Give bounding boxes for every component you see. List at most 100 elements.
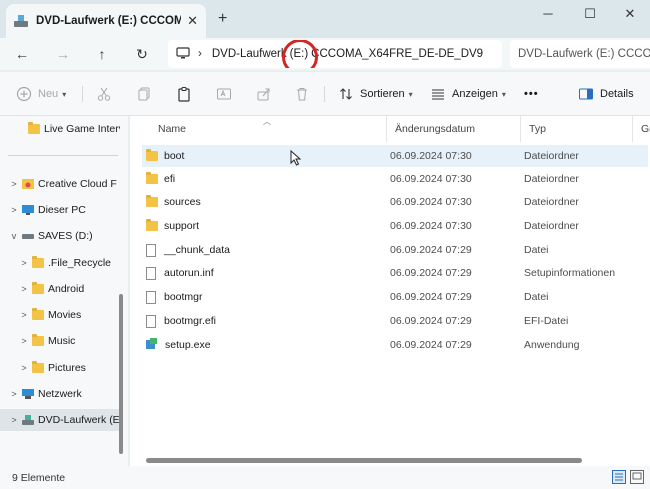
divider xyxy=(82,86,83,102)
table-row[interactable]: autorun.inf 06.09.2024 07:29 Setupinform… xyxy=(142,262,648,284)
dvd-drive-icon xyxy=(22,415,34,425)
sidebar-item-network[interactable]: > Netzwerk xyxy=(0,383,120,405)
copy-icon xyxy=(136,86,152,102)
file-date: 06.09.2024 07:30 xyxy=(390,150,472,162)
breadcrumb-drive-letter[interactable]: (E:) xyxy=(281,40,318,68)
table-row[interactable]: bootmgr 06.09.2024 07:29 Datei xyxy=(142,286,648,308)
view-list-icon xyxy=(430,86,446,102)
sidebar-item-file-recycle[interactable]: > .File_Recycle xyxy=(0,252,120,274)
sidebar-item-label: .File_Recycle xyxy=(48,257,112,269)
table-row[interactable]: support 06.09.2024 07:30 Dateiordner xyxy=(142,215,648,237)
breadcrumb-volume-name[interactable]: CCCOMA_X64FRE_DE-DE_DV9 xyxy=(311,48,483,60)
file-name: autorun.inf xyxy=(164,267,214,279)
sidebar-item-this-pc[interactable]: > Dieser PC xyxy=(0,199,120,221)
sidebar-item-dvd-drive[interactable]: > DVD-Laufwerk (E xyxy=(0,409,120,431)
cut-button[interactable] xyxy=(96,84,118,104)
file-name: bootmgr.efi xyxy=(164,315,216,327)
table-row[interactable]: sources 06.09.2024 07:30 Dateiordner xyxy=(142,191,648,213)
view-button[interactable]: Anzeigen ▾ xyxy=(430,84,506,104)
address-bar[interactable]: › DVD-Laufwerk (E:) CCCOMA_X64FRE_DE-DE_… xyxy=(168,40,502,68)
folder-icon xyxy=(32,308,44,320)
sidebar-item-android[interactable]: > Android xyxy=(0,278,120,300)
details-button[interactable]: Details xyxy=(578,84,634,104)
chevron-right-icon[interactable]: > xyxy=(6,205,22,215)
column-header-name[interactable]: Name xyxy=(150,116,386,142)
new-tab-button[interactable]: + xyxy=(218,10,227,28)
up-button[interactable]: ↑ xyxy=(92,44,112,64)
chevron-right-icon[interactable]: > xyxy=(16,310,32,320)
table-row[interactable]: setup.exe 06.09.2024 07:29 Anwendung xyxy=(142,334,648,356)
chevron-right-icon[interactable]: > xyxy=(6,389,22,399)
tiles-view-toggle[interactable] xyxy=(630,470,644,484)
chevron-right-icon[interactable]: > xyxy=(16,363,32,373)
dvd-drive-icon xyxy=(14,15,28,27)
file-name: efi xyxy=(164,173,176,185)
new-button[interactable]: Neu ▾ xyxy=(16,84,66,104)
network-icon xyxy=(22,389,34,399)
close-button[interactable]: ✕ xyxy=(620,6,640,22)
chevron-right-icon[interactable]: > xyxy=(16,258,32,268)
navigation-pane: Live Game Interv > Creative Cloud F > Di… xyxy=(0,116,128,466)
drive-icon xyxy=(22,231,34,241)
folder-icon xyxy=(146,219,158,231)
table-row[interactable]: bootmgr.efi 06.09.2024 07:29 EFI-Datei xyxy=(142,310,648,332)
horizontal-scrollbar[interactable] xyxy=(146,458,582,463)
sort-button-label: Sortieren xyxy=(360,88,405,100)
details-view-toggle[interactable] xyxy=(612,470,626,484)
maximize-button[interactable]: ☐ xyxy=(580,6,600,22)
more-options-button[interactable]: ••• xyxy=(524,84,539,104)
chevron-right-icon[interactable]: > xyxy=(6,179,22,189)
chevron-down-icon[interactable]: v xyxy=(6,231,22,241)
monitor-icon[interactable] xyxy=(176,46,190,62)
file-icon xyxy=(146,314,156,328)
file-date: 06.09.2024 07:30 xyxy=(390,173,472,185)
sidebar-item-label: DVD-Laufwerk (E xyxy=(38,414,120,426)
minimize-button[interactable]: ─ xyxy=(538,6,558,21)
column-header-date[interactable]: Änderungsdatum xyxy=(386,116,520,142)
table-row[interactable]: efi 06.09.2024 07:30 Dateiordner xyxy=(142,168,648,190)
chevron-down-icon: ▾ xyxy=(62,89,67,99)
file-date: 06.09.2024 07:29 xyxy=(390,244,472,256)
file-type: Datei xyxy=(524,244,549,256)
rename-button[interactable] xyxy=(216,84,238,104)
chevron-right-icon[interactable]: > xyxy=(16,336,32,346)
tab-close-icon[interactable]: ✕ xyxy=(187,13,198,29)
file-name: bootmgr xyxy=(164,291,203,303)
setup-exe-icon xyxy=(146,337,157,353)
copy-button[interactable] xyxy=(136,84,158,104)
file-date: 06.09.2024 07:30 xyxy=(390,220,472,232)
delete-button[interactable] xyxy=(294,84,316,104)
tab-dvd-drive[interactable]: DVD-Laufwerk (E:) CCCOMA_X6 ✕ xyxy=(6,4,206,38)
column-header-size[interactable]: Grö xyxy=(632,116,650,142)
file-date: 06.09.2024 07:29 xyxy=(390,339,472,351)
share-button[interactable] xyxy=(256,84,278,104)
new-button-label: Neu xyxy=(38,88,59,100)
sidebar-scrollbar[interactable] xyxy=(119,294,123,454)
forward-button[interactable]: → xyxy=(53,44,73,64)
paste-button[interactable] xyxy=(176,84,198,104)
refresh-button[interactable]: ↻ xyxy=(132,44,152,64)
trash-icon xyxy=(294,86,310,102)
search-input[interactable]: DVD-Laufwerk (E:) CCCOMA xyxy=(510,40,650,68)
chevron-right-icon[interactable]: > xyxy=(16,284,32,294)
sidebar-item-saves-drive[interactable]: v SAVES (D:) xyxy=(0,225,120,247)
sort-button[interactable]: Sortieren ▾ xyxy=(338,84,413,104)
back-button[interactable]: ← xyxy=(12,44,32,64)
sidebar-item-live-game[interactable]: Live Game Interv xyxy=(0,118,120,140)
sidebar-item-music[interactable]: > Music xyxy=(0,330,120,352)
sidebar-item-label: SAVES (D:) xyxy=(38,230,93,242)
sidebar-item-label: Dieser PC xyxy=(38,204,86,216)
sidebar-item-movies[interactable]: > Movies xyxy=(0,304,120,326)
rename-icon xyxy=(216,86,232,102)
command-bar: Neu ▾ Sortieren ▾ Anzeigen ▾ ••• Details xyxy=(0,72,650,116)
folder-icon xyxy=(28,122,40,134)
file-icon xyxy=(146,243,156,257)
column-header-type[interactable]: Typ xyxy=(520,116,632,142)
breadcrumb-drive-label[interactable]: DVD-Laufwerk xyxy=(212,48,287,60)
chevron-right-icon[interactable]: > xyxy=(6,415,22,425)
table-row[interactable]: boot 06.09.2024 07:30 Dateiordner xyxy=(142,145,648,167)
status-bar: 9 Elemente xyxy=(0,466,650,489)
sidebar-item-pictures[interactable]: > Pictures xyxy=(0,357,120,379)
sidebar-item-creative-cloud[interactable]: > Creative Cloud F xyxy=(0,173,120,195)
table-row[interactable]: __chunk_data 06.09.2024 07:29 Datei xyxy=(142,239,648,261)
